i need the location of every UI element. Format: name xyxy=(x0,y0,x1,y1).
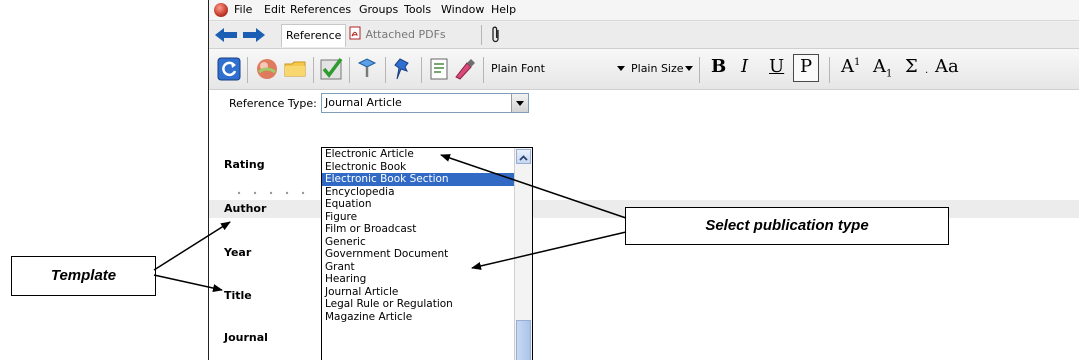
arrow-to-title xyxy=(153,274,223,292)
arrow-to-author xyxy=(153,221,231,271)
arrow-to-electronic-article xyxy=(440,154,627,219)
callout-arrows xyxy=(153,154,627,292)
arrow-to-government-document xyxy=(471,231,627,270)
